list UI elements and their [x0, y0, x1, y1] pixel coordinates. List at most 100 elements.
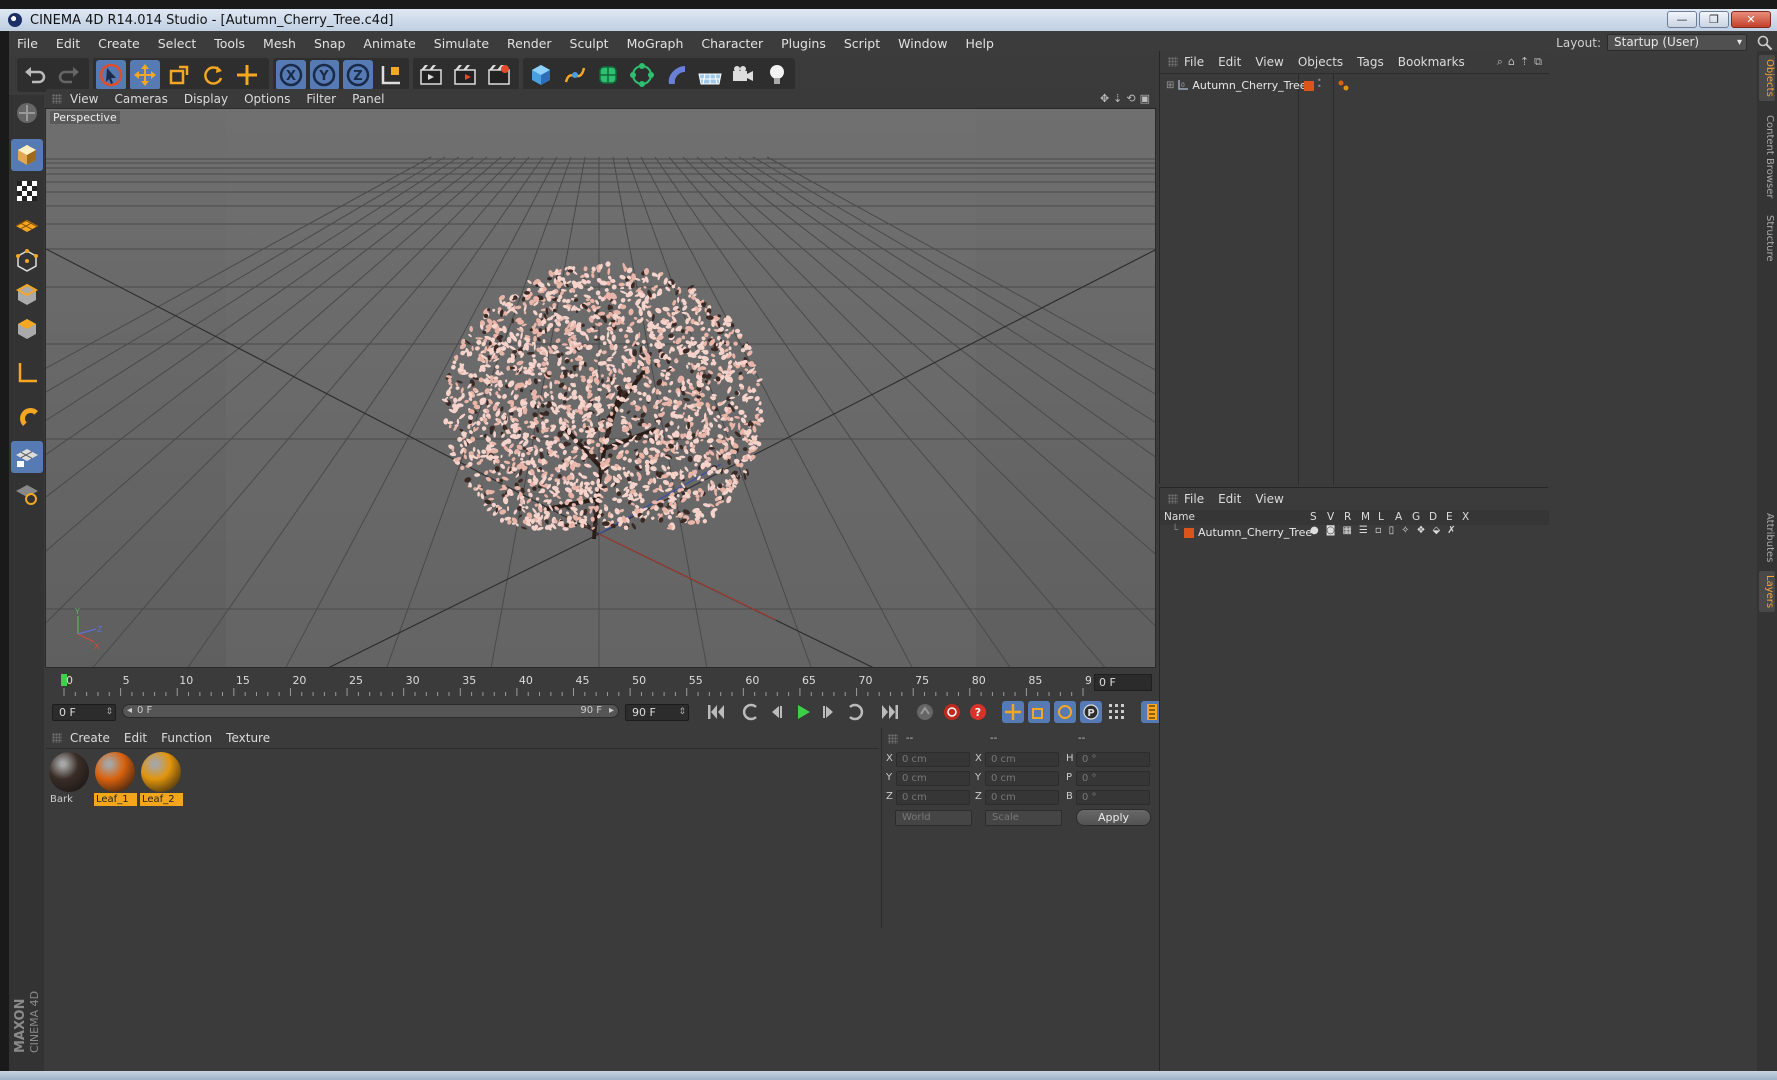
- viewport-menu-panel[interactable]: Panel: [352, 92, 384, 106]
- material-swatch-bark[interactable]: Bark: [48, 752, 91, 806]
- layer-color-swatch[interactable]: [1184, 528, 1194, 538]
- lock-toggle-icon[interactable]: ▫: [1375, 525, 1382, 536]
- material-swatch-leaf-2[interactable]: Leaf_2: [140, 752, 183, 806]
- viewport-dolly-icon[interactable]: ⇣: [1113, 92, 1122, 105]
- search-icon[interactable]: [1757, 35, 1773, 51]
- layer-col-render[interactable]: R: [1344, 511, 1351, 523]
- previous-key-button[interactable]: [738, 699, 764, 725]
- visible-editor-icon[interactable]: ◙: [1326, 525, 1336, 536]
- panel-grip-icon[interactable]: [1168, 57, 1178, 67]
- size-z-field[interactable]: 0 cm: [985, 790, 1059, 805]
- position-z-field[interactable]: 0 cm: [896, 790, 970, 805]
- viewport-menu-display[interactable]: Display: [184, 92, 228, 106]
- points-mode-button[interactable]: [11, 245, 43, 277]
- perspective-viewport[interactable]: Y Z X Perspective: [45, 108, 1156, 668]
- generators-toggle-icon[interactable]: ✧: [1401, 525, 1409, 536]
- coordinate-space-dropdown[interactable]: World: [895, 810, 972, 826]
- menu-animate[interactable]: Animate: [363, 36, 415, 51]
- menu-help[interactable]: Help: [965, 36, 994, 51]
- add-camera-button[interactable]: [729, 60, 759, 90]
- tab-attributes[interactable]: Attributes: [1759, 509, 1775, 566]
- animation-toggle-icon[interactable]: ▯: [1389, 525, 1395, 536]
- live-selection-button[interactable]: [96, 60, 126, 90]
- tab-structure[interactable]: Structure: [1759, 211, 1775, 266]
- menu-mograph[interactable]: MoGraph: [627, 36, 684, 51]
- menu-plugins[interactable]: Plugins: [781, 36, 826, 51]
- axis-mode-button[interactable]: [11, 357, 43, 389]
- render-view-button[interactable]: [416, 60, 446, 90]
- min-time-field[interactable]: 0 F: [52, 704, 116, 721]
- key-rotation-button[interactable]: [1052, 699, 1078, 725]
- menu-script[interactable]: Script: [844, 36, 880, 51]
- menu-character[interactable]: Character: [701, 36, 763, 51]
- objects-menu-bookmarks[interactable]: Bookmarks: [1398, 55, 1465, 69]
- go-to-end-button[interactable]: [877, 699, 903, 725]
- minimize-button[interactable]: —: [1667, 11, 1697, 28]
- menu-create[interactable]: Create: [98, 36, 140, 51]
- add-deformer-button[interactable]: [661, 60, 691, 90]
- layout-select[interactable]: Startup (User): [1607, 34, 1747, 51]
- layer-col-expressions[interactable]: E: [1446, 511, 1453, 523]
- layer-col-locked[interactable]: L: [1378, 511, 1384, 523]
- add-spline-button[interactable]: [560, 60, 590, 90]
- previous-frame-button[interactable]: [763, 699, 789, 725]
- layer-col-generators[interactable]: G: [1412, 511, 1420, 523]
- layer-name[interactable]: Autumn_Cherry_Tree: [1198, 526, 1312, 539]
- objects-menu-tags[interactable]: Tags: [1357, 55, 1384, 69]
- tab-content-browser[interactable]: Content Browser: [1759, 111, 1775, 202]
- visibility-dots-icon[interactable]: • •: [1317, 77, 1322, 91]
- menu-simulate[interactable]: Simulate: [434, 36, 489, 51]
- layers-menu-edit[interactable]: Edit: [1218, 492, 1241, 506]
- xref-toggle-icon[interactable]: ✗: [1447, 525, 1455, 536]
- position-x-field[interactable]: 0 cm: [896, 752, 970, 767]
- new-window-icon[interactable]: ⧉: [1534, 55, 1542, 69]
- add-cube-button[interactable]: [526, 60, 556, 90]
- key-scale-button[interactable]: [1026, 699, 1052, 725]
- object-name[interactable]: Autumn_Cherry_Tree: [1192, 79, 1306, 92]
- go-to-start-button[interactable]: [703, 699, 729, 725]
- menu-sculpt[interactable]: Sculpt: [570, 36, 609, 51]
- layer-col-solo[interactable]: S: [1310, 511, 1317, 523]
- viewport-maximize-icon[interactable]: ▣: [1140, 92, 1150, 105]
- layer-col-manager[interactable]: M: [1361, 511, 1370, 523]
- max-time-field[interactable]: 90 F: [625, 704, 689, 721]
- timeline-ruler[interactable]: 0 5 10 15 20 25 30 35 40 45 50 55 60 65 70 75 80 85 90 0 F: [46, 670, 1156, 698]
- deformers-toggle-icon[interactable]: ❖: [1417, 525, 1426, 536]
- panel-grip-icon[interactable]: [888, 734, 898, 744]
- objects-menu-view[interactable]: View: [1255, 55, 1283, 69]
- y-axis-lock-button[interactable]: Y: [309, 60, 339, 90]
- size-mode-dropdown[interactable]: Scale: [985, 810, 1062, 826]
- rotation-b-field[interactable]: 0 °: [1076, 790, 1150, 805]
- autokeying-button[interactable]: [939, 699, 965, 725]
- position-y-field[interactable]: 0 cm: [896, 771, 970, 786]
- layers-menu-view[interactable]: View: [1255, 492, 1283, 506]
- z-axis-lock-button[interactable]: Z: [343, 60, 373, 90]
- key-position-button[interactable]: [1000, 699, 1026, 725]
- material-menu-edit[interactable]: Edit: [124, 731, 147, 745]
- render-to-picture-viewer-button[interactable]: [450, 60, 480, 90]
- apply-button[interactable]: Apply: [1076, 809, 1151, 826]
- material-menu-function[interactable]: Function: [161, 731, 212, 745]
- menu-select[interactable]: Select: [158, 36, 197, 51]
- make-editable-button[interactable]: [11, 97, 43, 129]
- expressions-toggle-icon[interactable]: ⬙: [1433, 525, 1441, 536]
- keyframe-selection-button[interactable]: ?: [965, 699, 991, 725]
- edges-mode-button[interactable]: [11, 279, 43, 311]
- viewport-pan-icon[interactable]: ✥: [1100, 92, 1109, 105]
- layer-row[interactable]: └ Autumn_Cherry_Tree ● ◙ ▦ ☰ ▫ ▯ ✧ ❖ ⬙ ✗: [1160, 525, 1549, 541]
- objects-menu-file[interactable]: File: [1184, 55, 1204, 69]
- object-row[interactable]: ⊞ 0 Autumn_Cherry_Tree: [1166, 77, 1307, 93]
- expand-icon[interactable]: ⊞: [1166, 80, 1174, 91]
- menu-mesh[interactable]: Mesh: [263, 36, 296, 51]
- move-tool-button[interactable]: [130, 60, 160, 90]
- panel-grip-icon[interactable]: [1168, 494, 1178, 504]
- material-swatch-leaf-1[interactable]: Leaf_1: [94, 752, 137, 806]
- tweak-mode-button[interactable]: [11, 399, 43, 431]
- next-key-button[interactable]: [842, 699, 868, 725]
- workplane-lock-button[interactable]: [11, 477, 43, 509]
- layer-col-name[interactable]: Name: [1164, 511, 1195, 523]
- panel-grip-icon[interactable]: [52, 94, 62, 104]
- preview-range-slider[interactable]: ◂ 0 F 90 F ▸: [122, 704, 619, 718]
- workplane-mode-button[interactable]: [11, 210, 43, 242]
- restore-button[interactable]: ❐: [1699, 11, 1729, 28]
